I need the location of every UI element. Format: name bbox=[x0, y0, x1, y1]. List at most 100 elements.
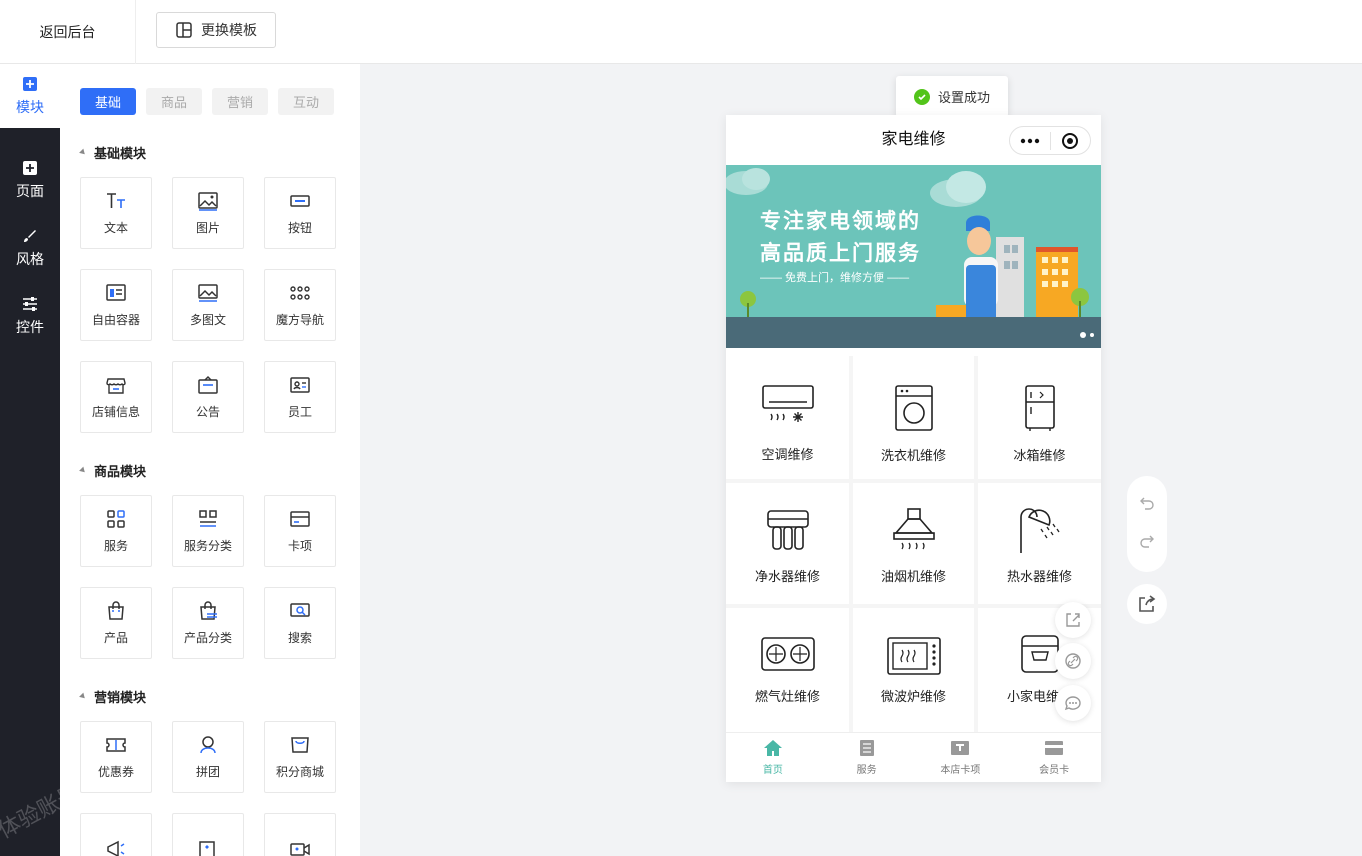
section-title-basic[interactable]: 基础模块 bbox=[79, 143, 146, 162]
module-notice[interactable]: 公告 bbox=[172, 361, 244, 433]
service-label: 冰箱维修 bbox=[1013, 448, 1066, 463]
section-title-marketing[interactable]: 营销模块 bbox=[79, 687, 146, 706]
service-item[interactable]: 冰箱维修 bbox=[978, 356, 1101, 479]
module-card-item[interactable]: 卡项 bbox=[264, 495, 336, 567]
module-points-mall[interactable]: 积分商城 bbox=[264, 721, 336, 793]
service-category-icon bbox=[199, 510, 217, 527]
module-multi-image-text[interactable]: 多图文 bbox=[172, 269, 244, 341]
module-label: 积分商城 bbox=[275, 765, 324, 779]
module-image[interactable]: 图片 bbox=[172, 177, 244, 249]
export-share-button[interactable] bbox=[1127, 584, 1167, 624]
more-dots-icon bbox=[1020, 138, 1039, 143]
watermark: 体验账号 bbox=[0, 779, 60, 844]
multi-image-icon bbox=[198, 284, 218, 302]
undo-button[interactable] bbox=[1138, 494, 1156, 517]
card-icon bbox=[290, 511, 310, 527]
module-free-container[interactable]: 自由容器 bbox=[80, 269, 152, 341]
service-item[interactable]: 燃气灶维修 bbox=[726, 608, 849, 732]
tab-interaction[interactable]: 互动 bbox=[278, 88, 334, 115]
store-icon bbox=[106, 378, 126, 394]
phone-preview: 家电维修 专注家电领域的 高品质上门服务 —— 免费上门，维修方便 —— 空调维… bbox=[726, 115, 1101, 782]
left-nav: 模块 页面 风格 控件 体验账号 bbox=[0, 64, 60, 856]
link-icon bbox=[1065, 653, 1081, 669]
page-add-icon bbox=[23, 161, 37, 175]
share-export-icon bbox=[1139, 595, 1156, 612]
plus-square-icon bbox=[23, 77, 37, 91]
nav-item-modules[interactable]: 模块 bbox=[0, 64, 60, 128]
tab-goods[interactable]: 商品 bbox=[146, 88, 202, 115]
search-icon bbox=[290, 603, 310, 617]
toast-text: 设置成功 bbox=[937, 90, 990, 105]
target-circle-icon bbox=[1062, 132, 1079, 149]
nav-item-style[interactable]: 风格 bbox=[0, 216, 60, 280]
module-search[interactable]: 搜索 bbox=[264, 587, 336, 659]
module-store-info[interactable]: 店铺信息 bbox=[80, 361, 152, 433]
service-item[interactable]: 油烟机维修 bbox=[853, 483, 974, 604]
gas-stove-icon bbox=[760, 637, 815, 671]
module-live[interactable] bbox=[264, 813, 336, 856]
air-conditioner-icon bbox=[761, 385, 814, 422]
check-circle-icon bbox=[913, 88, 930, 105]
success-toast: 设置成功 bbox=[896, 76, 1008, 117]
module-text[interactable]: 文本 bbox=[80, 177, 152, 249]
service-item[interactable]: 热水器维修 bbox=[978, 483, 1101, 604]
back-to-admin-button[interactable]: 返回后台 bbox=[0, 0, 136, 64]
washing-machine-icon bbox=[894, 385, 933, 431]
nav-item-label: 控件 bbox=[16, 319, 44, 335]
service-item[interactable]: 洗衣机维修 bbox=[853, 356, 974, 479]
module-label: 自由容器 bbox=[91, 313, 140, 327]
section-title-goods[interactable]: 商品模块 bbox=[79, 461, 147, 480]
module-magic-nav[interactable]: 魔方导航 bbox=[264, 269, 336, 341]
banner-road bbox=[726, 317, 1101, 348]
nav-item-label: 页面 bbox=[16, 183, 44, 199]
service-item[interactable]: 净水器维修 bbox=[726, 483, 849, 604]
chat-float-button[interactable] bbox=[1055, 685, 1091, 721]
module-label: 多图文 bbox=[189, 313, 226, 327]
service-label: 微波炉维修 bbox=[880, 689, 946, 704]
more-button[interactable] bbox=[1010, 138, 1050, 144]
service-label: 油烟机维修 bbox=[880, 569, 946, 584]
service-item[interactable]: 空调维修 bbox=[726, 356, 849, 479]
tabbar-member-card[interactable]: 会员卡 bbox=[1007, 733, 1101, 782]
module-label: 卡项 bbox=[287, 539, 312, 553]
tab-marketing[interactable]: 营销 bbox=[212, 88, 268, 115]
collapse-arrow-icon bbox=[79, 692, 87, 701]
close-mini-program-button[interactable] bbox=[1051, 132, 1091, 150]
share-float-button[interactable] bbox=[1055, 602, 1091, 638]
module-label: 拼团 bbox=[195, 765, 220, 779]
nav-item-pages[interactable]: 页面 bbox=[0, 148, 60, 212]
staff-card-icon bbox=[290, 377, 310, 393]
redo-button[interactable] bbox=[1138, 532, 1156, 555]
module-product[interactable]: 产品 bbox=[80, 587, 152, 659]
tabbar-store-cards[interactable]: 本店卡项 bbox=[914, 733, 1008, 782]
banner-headline-2: 高品质上门服务 bbox=[760, 242, 921, 265]
microwave-icon bbox=[886, 637, 941, 675]
tabbar-service[interactable]: 服务 bbox=[820, 733, 914, 782]
service-label: 燃气灶维修 bbox=[754, 689, 820, 704]
module-group-buy[interactable]: 拼团 bbox=[172, 721, 244, 793]
module-promotion[interactable] bbox=[80, 813, 152, 856]
service-label: 洗衣机维修 bbox=[880, 448, 946, 463]
range-hood-icon bbox=[892, 508, 935, 550]
nav-item-label: 模块 bbox=[16, 99, 44, 115]
collapse-arrow-icon bbox=[79, 466, 87, 475]
module-service-category[interactable]: 服务分类 bbox=[172, 495, 244, 567]
tabbar-home[interactable]: 首页 bbox=[726, 733, 820, 782]
tab-basic[interactable]: 基础 bbox=[80, 88, 136, 115]
module-service[interactable]: 服务 bbox=[80, 495, 152, 567]
module-coupon[interactable]: 优惠券 bbox=[80, 721, 152, 793]
section-title-label: 商品模块 bbox=[94, 464, 147, 479]
service-item[interactable]: 微波炉维修 bbox=[853, 608, 974, 732]
hero-banner[interactable]: 专注家电领域的 高品质上门服务 —— 免费上门，维修方便 —— bbox=[726, 165, 1101, 348]
module-poster[interactable] bbox=[172, 813, 244, 856]
module-product-category[interactable]: 产品分类 bbox=[172, 587, 244, 659]
module-button[interactable]: 按钮 bbox=[264, 177, 336, 249]
service-label: 热水器维修 bbox=[1006, 569, 1072, 584]
service-grid: 空调维修 洗衣机维修 冰箱维修 净水器维修 油烟机维修 热水器维修 燃气灶维修 bbox=[726, 356, 1101, 732]
module-staff[interactable]: 员工 bbox=[264, 361, 336, 433]
list-icon bbox=[859, 740, 874, 756]
change-template-button[interactable]: 更换模板 bbox=[156, 12, 276, 48]
link-float-button[interactable] bbox=[1055, 643, 1091, 679]
history-controls bbox=[1127, 476, 1167, 572]
nav-item-controls[interactable]: 控件 bbox=[0, 284, 60, 348]
